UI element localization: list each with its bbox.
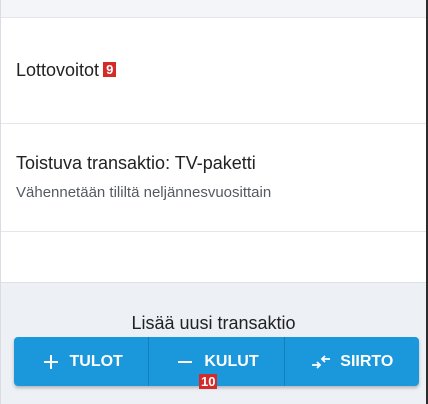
- transfer-icon: [310, 351, 332, 373]
- app-frame: Lottovoitot 9 Toistuva transaktio: TV-pak…: [0, 0, 428, 404]
- add-transfer-label: SIIRTO: [340, 352, 394, 370]
- add-transaction-heading: Lisää uusi transaktio: [131, 313, 296, 333]
- top-strip: [1, 0, 426, 18]
- minus-icon: [174, 351, 196, 373]
- add-expense-label: KULUT: [204, 352, 259, 370]
- list-item-title: Toistuva transaktio: TV-paketti: [16, 153, 256, 173]
- add-transfer-button[interactable]: SIIRTO: [283, 337, 419, 386]
- annotation-marker: 10: [199, 374, 218, 389]
- list-item-title: Lottovoitot 9: [16, 60, 117, 81]
- list-item-subtitle: Vähennetään tililtä neljännesvuosittain: [16, 184, 272, 201]
- list-item-title-text: Lottovoitot: [16, 60, 100, 80]
- annotation-marker: 9: [103, 62, 117, 77]
- list-item-tv-paketti[interactable]: Toistuva transaktio: TV-paketti Vähennet…: [1, 124, 426, 232]
- list-item-empty: [1, 232, 426, 268]
- add-income-button[interactable]: TULOT: [14, 337, 149, 386]
- add-income-label: TULOT: [69, 352, 123, 370]
- list-item-lottovoitot[interactable]: Lottovoitot 9: [1, 18, 426, 124]
- plus-icon: [40, 351, 62, 373]
